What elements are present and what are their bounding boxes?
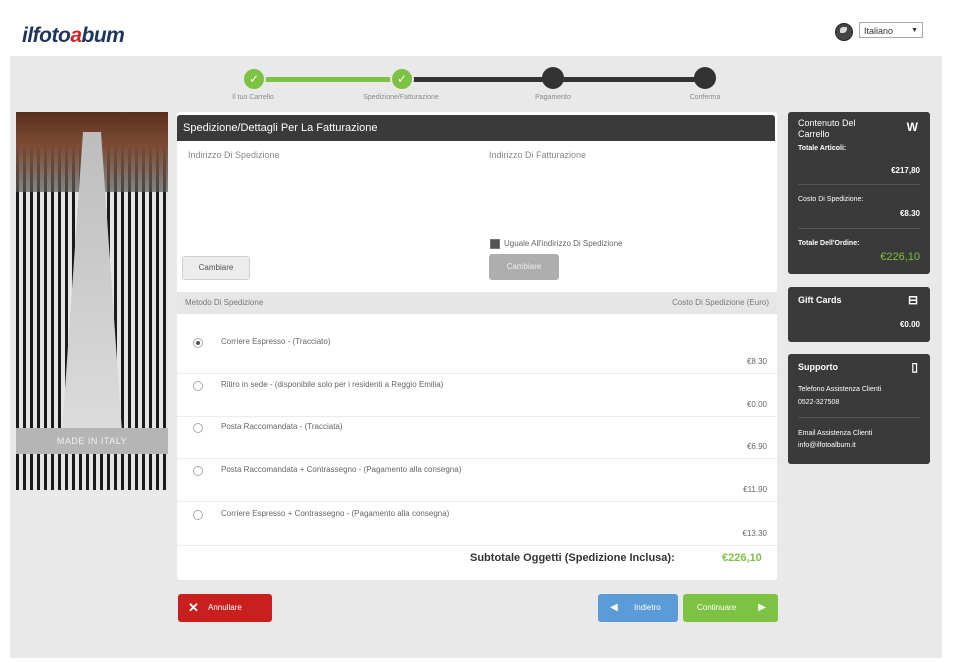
progress-line-done <box>253 77 401 82</box>
shipping-option-radio[interactable] <box>193 510 203 520</box>
continue-label: Continuare <box>697 603 737 612</box>
gift-card-icon: ⊟ <box>907 293 918 307</box>
shipping-option-price: €8.30 <box>746 357 767 366</box>
change-shipping-address-button[interactable]: Cambiare <box>182 256 250 280</box>
shipping-option[interactable]: Corriere Espresso - (Tracciato) €8.30 <box>177 333 777 374</box>
shipping-cost-value: €8.30 <box>899 209 920 218</box>
shipping-option-name: Ritiro in sede - (disponibile solo per i… <box>221 380 444 389</box>
cancel-label: Annullare <box>208 603 242 612</box>
phone-label: Telefono Assistenza Clienti <box>798 386 882 393</box>
step-shipping-check-icon: ✓ <box>390 67 414 91</box>
gift-cards-value: €0.00 <box>899 320 920 329</box>
shipping-methods-header: Metodo Di Spedizione Costo Di Spedizione… <box>177 292 777 314</box>
change-billing-address-button[interactable]: Cambiare <box>489 254 559 280</box>
site-logo[interactable]: ilfotoabum <box>22 24 125 48</box>
support-title: Supporto <box>798 362 838 372</box>
cost-header: Costo Di Spedizione (Euro) <box>672 298 769 307</box>
logo-text-1: ilfoto <box>22 24 71 47</box>
cart-title-line2: Carrello <box>798 129 830 139</box>
shipping-option-name: Posta Raccomandata + Contrassegno - (Pag… <box>221 465 462 474</box>
language-value: Italiano <box>864 26 894 36</box>
divider <box>798 184 920 185</box>
cancel-button[interactable]: ✕ Annullare <box>178 594 272 622</box>
items-total-value: €217,80 <box>891 166 920 175</box>
subtotal-label: Subtotale Oggetti (Spedizione Inclusa): <box>470 552 675 564</box>
divider <box>798 417 920 418</box>
shipping-option[interactable]: Ritiro in sede - (disponibile solo per i… <box>177 376 777 417</box>
shipping-option-price: €11.90 <box>743 485 767 494</box>
shipping-option-radio[interactable] <box>193 338 203 348</box>
shipping-option[interactable]: Posta Raccomandata + Contrassegno - (Pag… <box>177 461 777 502</box>
order-total-value: €226,10 <box>880 251 920 263</box>
step-confirm-dot <box>694 67 716 89</box>
arrow-left-icon: ◀ <box>610 602 618 613</box>
shipping-option-price: €6.90 <box>746 442 767 451</box>
subtotal-value: €226,10 <box>722 552 762 564</box>
gift-cards-title: Gift Cards <box>798 295 842 305</box>
shipping-cost-label: Costo Di Spedizione: <box>798 196 864 203</box>
album-photo: MADE IN ITALY <box>16 112 168 490</box>
shipping-option[interactable]: Posta Raccomandata - (Tracciata) €6.90 <box>177 418 777 459</box>
made-in-italy-caption: MADE IN ITALY <box>16 428 168 454</box>
shipping-option-price: €13.30 <box>742 529 767 538</box>
shipping-option-radio[interactable] <box>193 381 203 391</box>
shipping-option-name: Posta Raccomandata - (Tracciata) <box>221 422 343 431</box>
phone-icon: ▯ <box>911 360 918 374</box>
header-bar <box>10 10 942 56</box>
same-address-label: Uguale All'indirizzo Di Spedizione <box>504 239 623 249</box>
email-value[interactable]: info@ilfotoalbum.it <box>798 442 856 449</box>
divider <box>798 228 920 229</box>
shipping-option-price: €0.00 <box>746 400 767 409</box>
step-cart-check-icon: ✓ <box>242 67 266 91</box>
shipping-option-radio[interactable] <box>193 423 203 433</box>
items-total-label: Totale Articoli: <box>798 145 847 152</box>
cart-summary-panel: Contenuto Del Carrello W Totale Articoli… <box>788 112 930 274</box>
step-label-shipping: Spedizione/Fatturazione <box>363 94 439 101</box>
logo-text-2: a <box>70 24 82 47</box>
order-total-label: Totale Dell'Ordine: <box>798 240 860 247</box>
shipping-option-name: Corriere Espresso - (Tracciato) <box>221 337 331 346</box>
close-icon: ✕ <box>188 600 199 615</box>
shipping-option[interactable]: Corriere Espresso + Contrassegno - (Paga… <box>177 505 777 546</box>
language-select[interactable]: Italiano ▼ <box>859 22 923 38</box>
step-payment-dot <box>542 67 564 89</box>
logo-text-3: bum <box>81 24 125 47</box>
shipping-option-name: Corriere Espresso + Contrassegno - (Paga… <box>221 509 450 518</box>
card-title: Spedizione/Dettagli Per La Fatturazione <box>177 115 775 141</box>
support-panel: Supporto ▯ Telefono Assistenza Clienti 0… <box>788 354 930 464</box>
step-label-payment: Pagamento <box>535 94 571 101</box>
cart-title-line1: Contenuto Del <box>798 118 856 128</box>
back-button[interactable]: ◀ Indietro <box>598 594 678 622</box>
cart-icon: W <box>906 120 918 134</box>
billing-address-label: Indirizzo Di Fatturazione <box>489 150 587 160</box>
back-label: Indietro <box>634 603 661 612</box>
same-address-checkbox-row[interactable]: Uguale All'indirizzo Di Spedizione <box>490 239 622 249</box>
continue-button[interactable]: Continuare ▶ <box>683 594 778 622</box>
phone-value[interactable]: 0522-327508 <box>798 399 839 406</box>
step-label-cart: Il tuo Carrello <box>232 94 274 101</box>
step-label-confirm: Conferma <box>689 94 721 101</box>
method-header: Metodo Di Spedizione <box>185 298 264 307</box>
email-label: Email Assistenza Clienti <box>798 430 873 437</box>
gift-cards-panel: Gift Cards ⊟ €0.00 <box>788 287 930 342</box>
chevron-down-icon: ▼ <box>911 27 918 34</box>
same-address-checkbox[interactable] <box>490 239 500 249</box>
shipping-address-label: Indirizzo Di Spedizione <box>188 150 280 160</box>
arrow-right-icon: ▶ <box>758 602 766 613</box>
shipping-option-radio[interactable] <box>193 466 203 476</box>
globe-icon <box>835 23 853 41</box>
